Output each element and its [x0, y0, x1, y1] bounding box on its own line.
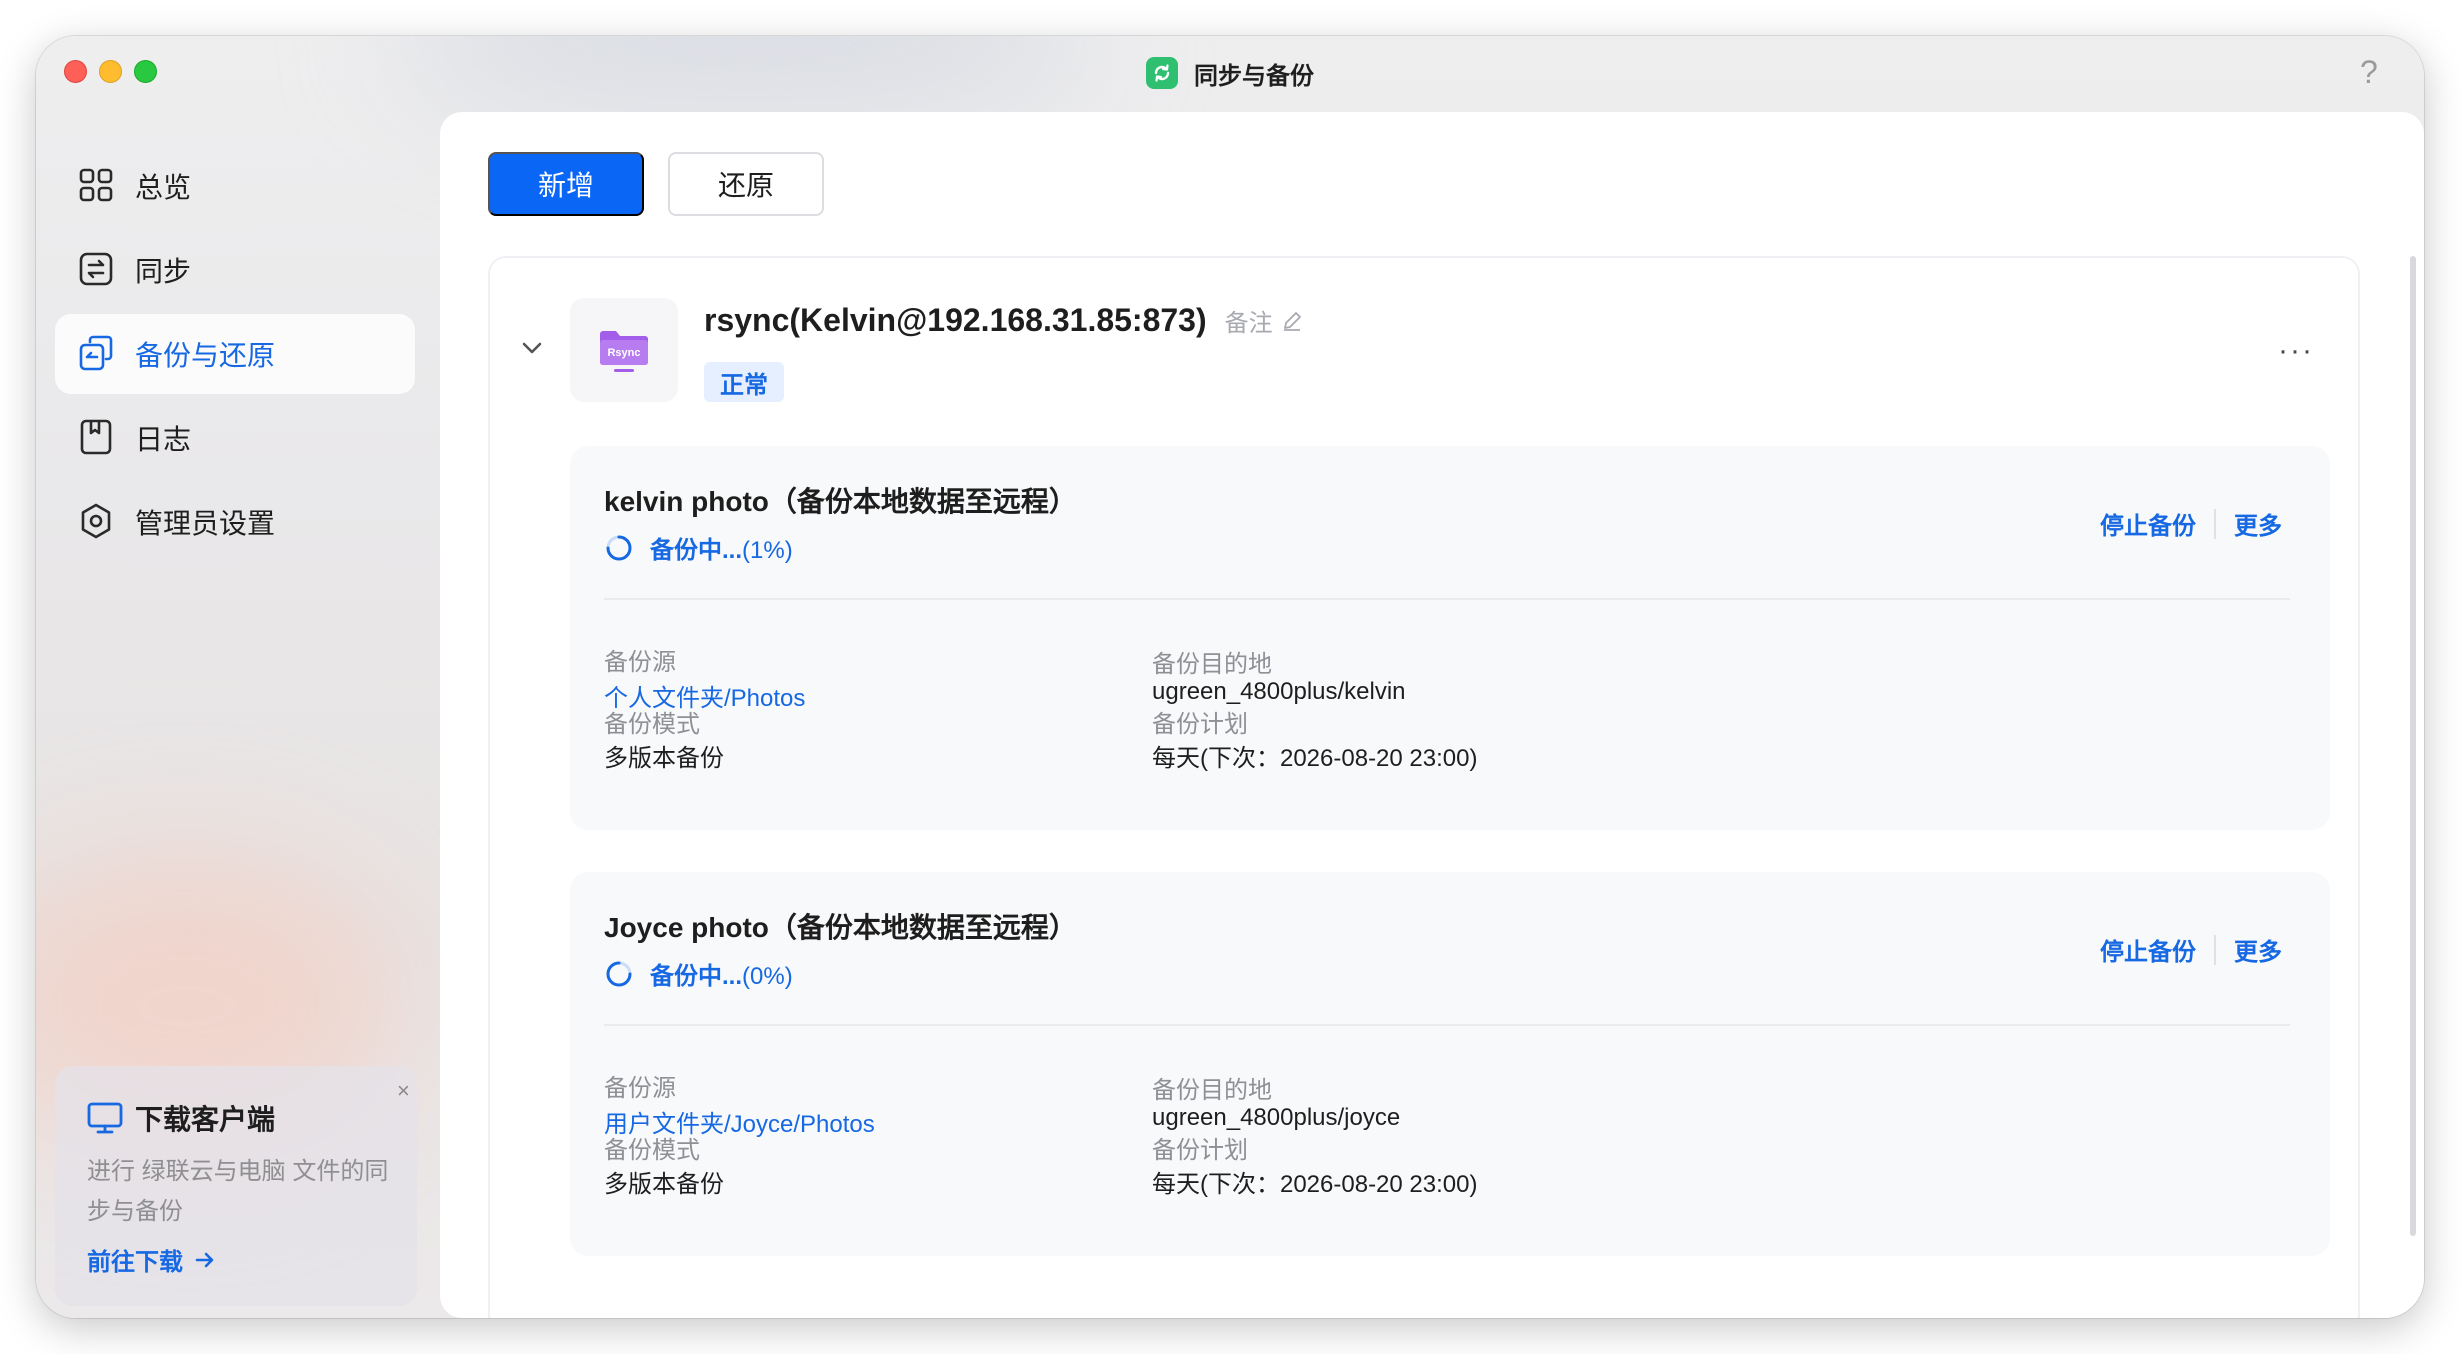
schedule-label: 备份计划 — [1152, 711, 1248, 738]
job-name: kelvin photo（备份本地数据至远程） — [604, 486, 1077, 517]
backup-job-card: kelvin photo（备份本地数据至远程） 备份中...(1%) 停止备份 … — [570, 446, 2330, 830]
destination-value: ugreen_4800plus/joyce — [1152, 1104, 1401, 1131]
restore-button[interactable]: 还原 — [668, 152, 824, 216]
add-button[interactable]: 新增 — [488, 152, 644, 216]
mode-label: 备份模式 — [604, 711, 700, 738]
schedule-value: 每天(下次：2026-08-20 23:00) — [1152, 1171, 1478, 1198]
app-logo-icon — [1146, 57, 1178, 89]
more-button[interactable]: 更多 — [2234, 932, 2282, 967]
stop-backup-button[interactable]: 停止备份 — [2100, 506, 2196, 541]
app-window: 同步与备份 ? 总览 同步 备份与还原 日志 管理员设置 × 下载客户端 进行 … — [36, 36, 2424, 1318]
divider — [2214, 508, 2216, 539]
loading-spinner-icon — [606, 961, 632, 986]
minimize-window-button[interactable] — [99, 60, 122, 83]
job-progress: (1%) — [742, 537, 793, 564]
mode-value: 多版本备份 — [604, 745, 724, 772]
sidebar-item-log[interactable]: 日志 — [55, 398, 415, 478]
window-title: 同步与备份 — [1146, 56, 1314, 90]
maximize-window-button[interactable] — [134, 60, 157, 83]
grid-icon — [79, 168, 113, 202]
job-actions: 停止备份 更多 — [2100, 506, 2282, 541]
mode-value: 多版本备份 — [604, 1171, 724, 1198]
more-button[interactable]: 更多 — [2234, 506, 2282, 541]
more-options-icon[interactable]: ··· — [2278, 334, 2314, 368]
divider — [2214, 934, 2216, 965]
destination-label: 备份目的地 — [1152, 651, 1272, 678]
job-actions: 停止备份 更多 — [2100, 932, 2282, 967]
download-card-title: 下载客户端 — [135, 1104, 276, 1135]
help-icon[interactable]: ? — [2360, 54, 2378, 91]
rsync-icon: Rsync — [570, 298, 678, 402]
admin-settings-icon — [81, 503, 111, 539]
status-badge: 正常 — [704, 362, 784, 402]
source-label: 备份源 — [604, 1075, 676, 1102]
sidebar-item-backup-restore[interactable]: 备份与还原 — [55, 314, 415, 394]
job-status: 备份中...(1%) — [604, 530, 793, 565]
note-button[interactable]: 备注 — [1225, 303, 1303, 338]
destination-value: ugreen_4800plus/kelvin — [1152, 678, 1406, 705]
edit-icon — [1283, 311, 1301, 331]
loading-spinner-icon — [606, 535, 632, 560]
stop-backup-button[interactable]: 停止备份 — [2100, 932, 2196, 967]
sidebar-item-label: 日志 — [135, 424, 192, 455]
backup-job-card: Joyce photo（备份本地数据至远程） 备份中...(0%) 停止备份 更… — [570, 872, 2330, 1256]
source-label: 备份源 — [604, 649, 676, 676]
task-title-row: rsync(Kelvin@192.168.31.85:873) 备注 — [704, 302, 1303, 339]
download-link[interactable]: 前往下载 — [87, 1242, 215, 1277]
sidebar-item-overview[interactable]: 总览 — [55, 146, 415, 226]
sidebar: 总览 同步 备份与还原 日志 管理员设置 × 下载客户端 进行 绿联云与电脑 文… — [36, 112, 440, 1318]
close-window-button[interactable] — [64, 60, 87, 83]
sync-icon — [79, 252, 113, 286]
sidebar-item-label: 管理员设置 — [135, 508, 276, 539]
backup-task-card: Rsync rsync(Kelvin@192.168.31.85:873) 备注… — [488, 256, 2360, 1318]
title-bar: 同步与备份 ? — [36, 36, 2424, 112]
arrow-right-icon — [195, 1252, 214, 1267]
monitor-icon — [87, 1102, 123, 1134]
job-progress: (0%) — [742, 963, 793, 990]
window-title-text: 同步与备份 — [1194, 62, 1314, 90]
download-link-label: 前往下载 — [87, 1249, 183, 1276]
main-content: 新增 还原 Rsync rsync(Kelvin@192.168.31.85:8… — [440, 112, 2424, 1318]
download-client-card: × 下载客户端 进行 绿联云与电脑 文件的同步与备份 前往下载 — [55, 1066, 417, 1306]
sidebar-item-label: 总览 — [135, 172, 192, 203]
job-status-text: 备份中...(0%) — [650, 956, 793, 991]
job-name: Joyce photo（备份本地数据至远程） — [604, 912, 1077, 943]
sidebar-item-label: 同步 — [135, 256, 192, 287]
destination-label: 备份目的地 — [1152, 1077, 1272, 1104]
job-status-label: 备份中... — [650, 963, 743, 990]
task-name: rsync(Kelvin@192.168.31.85:873) — [704, 302, 1207, 338]
chevron-down-icon[interactable] — [520, 338, 544, 358]
divider — [604, 598, 2290, 600]
job-status: 备份中...(0%) — [604, 956, 793, 991]
rsync-icon-label: Rsync — [607, 347, 640, 359]
log-icon — [80, 419, 112, 455]
schedule-label: 备份计划 — [1152, 1137, 1248, 1164]
close-icon[interactable]: × — [397, 1080, 410, 1102]
schedule-value: 每天(下次：2026-08-20 23:00) — [1152, 745, 1478, 772]
download-card-description: 进行 绿联云与电脑 文件的同步与备份 — [87, 1158, 389, 1225]
note-label: 备注 — [1224, 310, 1273, 337]
divider — [604, 1024, 2290, 1026]
scrollbar[interactable] — [2410, 256, 2416, 1236]
sidebar-item-admin-settings[interactable]: 管理员设置 — [55, 482, 415, 562]
mode-label: 备份模式 — [604, 1137, 700, 1164]
job-status-text: 备份中...(1%) — [650, 530, 793, 565]
backup-restore-icon — [79, 335, 113, 371]
job-status-label: 备份中... — [650, 537, 743, 564]
sidebar-item-sync[interactable]: 同步 — [55, 230, 415, 310]
sidebar-item-label: 备份与还原 — [135, 340, 276, 371]
